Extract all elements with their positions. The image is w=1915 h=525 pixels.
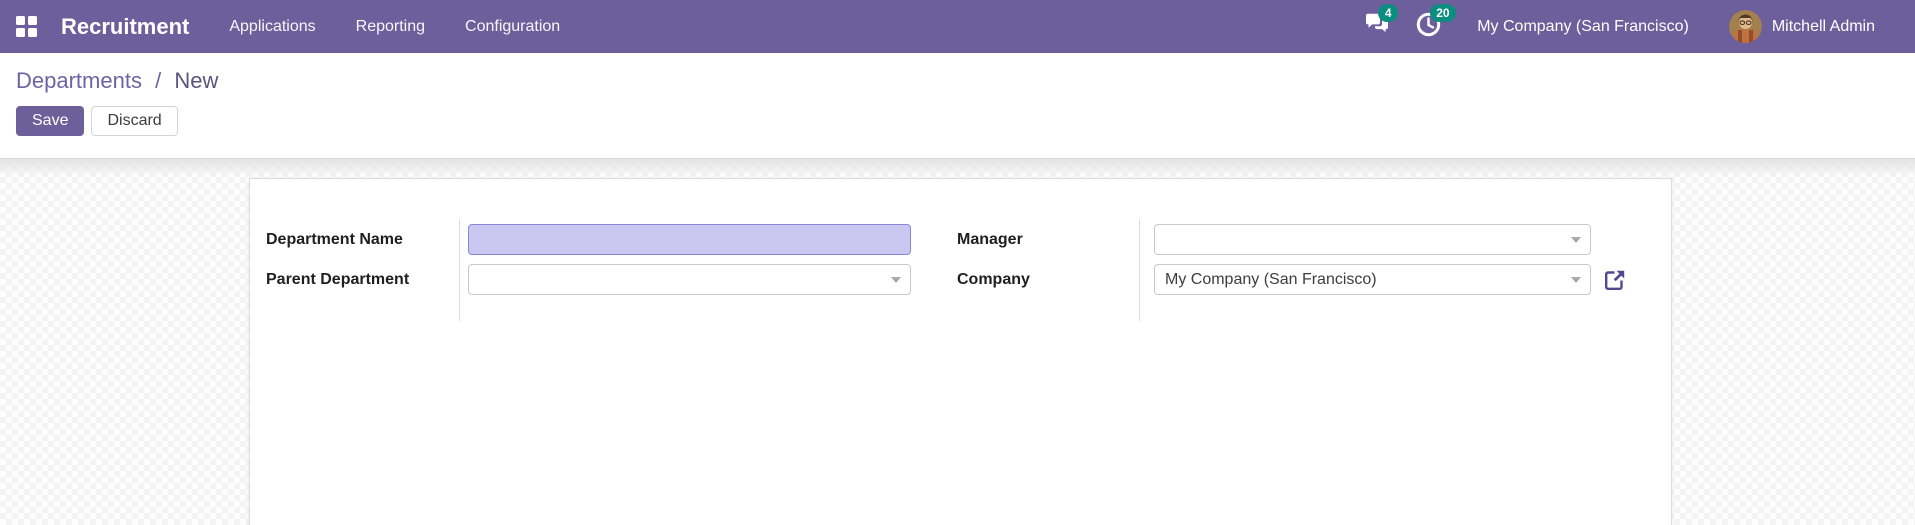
apps-grid-square <box>28 28 37 37</box>
field-row-parent-department: Parent Department <box>266 264 911 295</box>
chevron-down-icon[interactable] <box>891 277 901 283</box>
parent-department-input[interactable] <box>468 264 911 295</box>
breadcrumb-separator: / <box>155 68 162 93</box>
form-group-left: Department Name Parent Department <box>266 219 911 321</box>
department-name-cell <box>468 224 911 255</box>
activities-count-badge: 20 <box>1430 3 1456 22</box>
avatar <box>1728 10 1762 43</box>
messages-count-badge: 4 <box>1378 4 1399 22</box>
breadcrumb-departments-link[interactable]: Departments <box>16 68 142 93</box>
manager-label: Manager <box>957 230 1023 248</box>
chevron-down-icon[interactable] <box>1571 277 1581 283</box>
messages-button[interactable]: 4 <box>1364 4 1399 41</box>
field-row-manager: Manager <box>957 224 1627 255</box>
content-area: Department Name Parent Department Manage… <box>0 158 1915 525</box>
apps-grid-icon[interactable] <box>16 16 37 37</box>
company-switcher[interactable]: My Company (San Francisco) <box>1477 18 1689 36</box>
field-row-company: Company <box>957 264 1627 295</box>
parent-department-dropdown <box>468 264 911 295</box>
form-action-buttons: Save Discard <box>16 106 1899 136</box>
company-input[interactable] <box>1154 264 1591 295</box>
external-link-icon[interactable] <box>1603 268 1627 292</box>
form-fields-group: Department Name Parent Department Manage… <box>266 219 1655 321</box>
systray: 4 20 My Company (San Francisco) Mitchell… <box>1338 3 1875 43</box>
apps-grid-square <box>16 28 25 37</box>
app-title[interactable]: Recruitment <box>61 14 189 40</box>
breadcrumb-current: New <box>174 68 219 93</box>
user-name: Mitchell Admin <box>1771 17 1875 35</box>
company-dropdown <box>1154 264 1591 295</box>
activities-button[interactable]: 20 <box>1416 3 1456 42</box>
menu-configuration[interactable]: Configuration <box>465 18 560 36</box>
manager-input[interactable] <box>1154 224 1591 255</box>
manager-dropdown <box>1154 224 1591 255</box>
discard-button[interactable]: Discard <box>91 106 178 136</box>
company-cell <box>1154 264 1627 295</box>
manager-cell <box>1154 224 1591 255</box>
menu-reporting[interactable]: Reporting <box>356 18 425 36</box>
department-name-input[interactable] <box>468 224 911 255</box>
apps-grid-square <box>28 16 37 25</box>
field-row-department-name: Department Name <box>266 224 911 255</box>
parent-department-cell <box>468 264 911 295</box>
department-name-label: Department Name <box>266 230 403 248</box>
form-group-right: Manager Company <box>957 219 1627 321</box>
menu-applications[interactable]: Applications <box>229 18 315 36</box>
apps-grid-square <box>16 16 25 25</box>
breadcrumb: Departments / New <box>16 68 1899 94</box>
main-menus: Applications Reporting Configuration <box>229 18 560 36</box>
control-panel: Departments / New Save Discard <box>0 53 1915 158</box>
user-menu[interactable]: Mitchell Admin <box>1728 10 1875 43</box>
company-label: Company <box>957 270 1030 288</box>
parent-department-label: Parent Department <box>266 270 410 288</box>
chevron-down-icon[interactable] <box>1571 237 1581 243</box>
top-navbar: Recruitment Applications Reporting Confi… <box>0 0 1915 53</box>
form-sheet: Department Name Parent Department Manage… <box>249 178 1672 525</box>
save-button[interactable]: Save <box>16 106 85 136</box>
